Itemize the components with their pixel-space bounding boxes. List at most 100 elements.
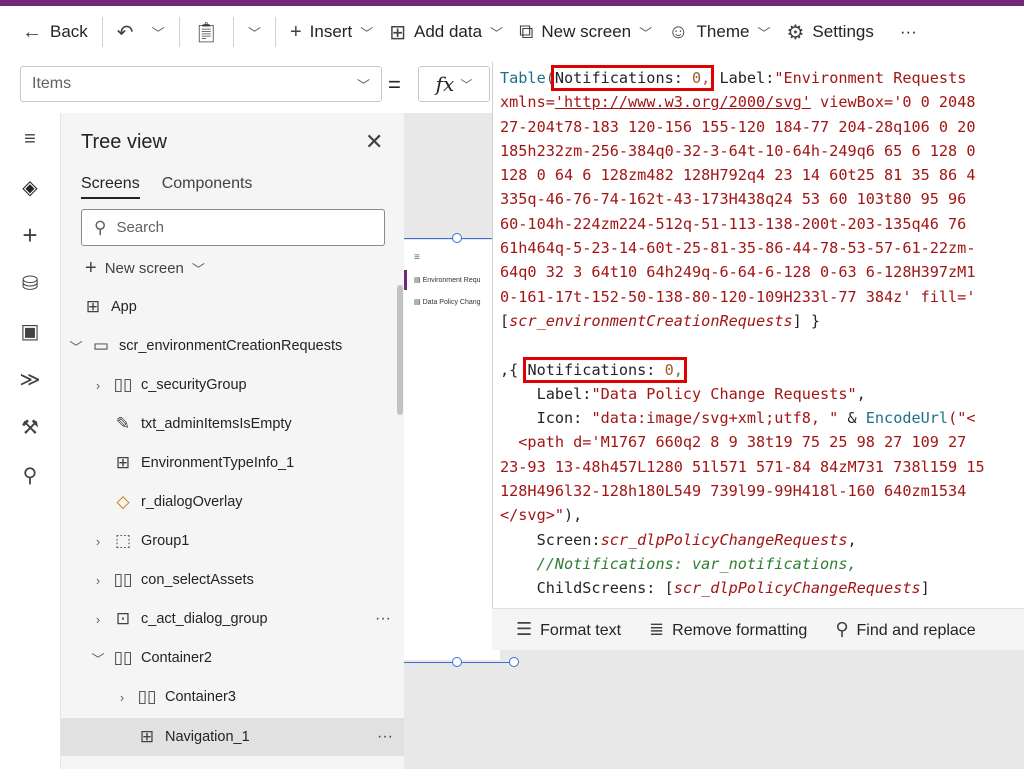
- undo-button[interactable]: ↶ ﹀: [117, 20, 165, 45]
- fx-icon: fx: [435, 72, 455, 96]
- chevron-down-icon[interactable]: ﹀: [69, 337, 83, 356]
- code-token: Table(: [500, 69, 555, 87]
- divider: [101, 17, 103, 47]
- chevron-down-icon[interactable]: ﹀: [91, 649, 105, 668]
- tab-screens[interactable]: Screens: [81, 175, 140, 199]
- chevron-down-icon: ﹀: [460, 77, 473, 92]
- hamburger-icon[interactable]: ≡: [18, 127, 42, 151]
- nav-item-label: Environment Requ: [422, 277, 481, 284]
- container-icon: ▯▯: [113, 648, 133, 667]
- tree-node[interactable]: › ▯▯ c_securityGroup: [91, 366, 391, 404]
- chevron-down-icon: ﹀: [191, 262, 205, 277]
- new-screen-button[interactable]: + New screen ﹀: [85, 257, 205, 280]
- more-button[interactable]: ···: [900, 22, 917, 42]
- tab-components[interactable]: Components: [162, 175, 253, 199]
- component-icon: ⊞: [139, 727, 155, 746]
- divider: [274, 17, 276, 47]
- format-text-button[interactable]: ☰ Format text: [516, 619, 621, 640]
- chevron-down-icon: ﹀: [490, 25, 504, 41]
- power-automate-icon[interactable]: ≫: [18, 367, 42, 391]
- tools-icon[interactable]: ⚒: [18, 415, 42, 439]
- new-screen-button[interactable]: ⧉ New screen ﹀: [519, 21, 652, 44]
- back-button[interactable]: ← Back: [22, 21, 88, 44]
- remove-formatting-button[interactable]: ≣ Remove formatting: [649, 619, 807, 640]
- nav-item: ▤ Data Policy Chang: [414, 298, 481, 306]
- code-line: 185h232zm-256-384q0-32-3-64t-10-64h-249q…: [500, 141, 976, 160]
- policy-icon: ▤: [414, 299, 423, 306]
- find-replace-button[interactable]: ⚲ Find and replace: [835, 619, 975, 640]
- tree-node[interactable]: ⊞ EnvironmentTypeInfo_1: [113, 444, 393, 482]
- tree-scrollbar[interactable]: [397, 285, 403, 415]
- arrow-left-icon: ←: [22, 20, 42, 43]
- more-icon[interactable]: ···: [375, 610, 391, 628]
- tree-node[interactable]: › ▯▯ con_selectAssets: [91, 561, 391, 599]
- more-icon[interactable]: ···: [377, 728, 393, 746]
- node-label: Group1: [141, 533, 190, 549]
- insert-button[interactable]: + Insert ﹀: [290, 21, 373, 44]
- remove-formatting-label: Remove formatting: [672, 622, 808, 639]
- property-dropdown[interactable]: Items ﹀: [20, 66, 382, 102]
- tree-node[interactable]: › ⊡ c_act_dialog_group ···: [91, 600, 403, 638]
- layers-icon[interactable]: ◈: [18, 175, 42, 199]
- table-add-icon: ⊞: [389, 21, 406, 44]
- editor-footer: ☰ Format text ≣ Remove formatting ⚲ Find an…: [492, 608, 1024, 650]
- tree-node[interactable]: ﹀ ▯▯ Container2: [91, 639, 391, 677]
- tree-node-app[interactable]: ⊞ App: [83, 288, 383, 326]
- plus-icon: +: [85, 257, 97, 279]
- tree-node[interactable]: › ⬚ Group1: [91, 522, 391, 560]
- code-token: Icon:: [500, 409, 592, 428]
- container-icon: ▯▯: [137, 687, 157, 706]
- tree-node[interactable]: ✎ txt_adminItemsIsEmpty: [113, 405, 393, 443]
- paste-button[interactable]: 📋︎: [194, 20, 219, 45]
- resize-handle[interactable]: [452, 233, 462, 243]
- tree-node-selected[interactable]: ⊞ Navigation_1 ···: [61, 718, 405, 756]
- resize-handle[interactable]: [509, 657, 519, 667]
- fx-button[interactable]: fx ﹀: [418, 66, 490, 102]
- back-label: Back: [50, 22, 88, 41]
- chevron-right-icon[interactable]: ›: [91, 534, 105, 549]
- chevron-right-icon[interactable]: ›: [115, 690, 129, 705]
- code-line: <path d='M1767 660q2 8 9 38t19 75 25 98 …: [500, 433, 976, 452]
- code-line: 128 0 64 6 128zm482 128H792q4 23 14 60t2…: [500, 166, 976, 185]
- highlight-box: Notifications: 0,: [550, 65, 715, 91]
- code-token: "Data Policy Change Requests": [591, 384, 857, 403]
- tree-node[interactable]: ◇ r_dialogOverlay: [113, 483, 393, 521]
- media-icon[interactable]: ▣: [18, 319, 42, 343]
- plus-icon[interactable]: +: [18, 220, 42, 250]
- chevron-down-icon[interactable]: ﹀: [248, 23, 261, 42]
- tree-node-screen[interactable]: ﹀ ▭ scr_environmentCreationRequests: [69, 327, 389, 365]
- chevron-down-icon: ﹀: [360, 25, 374, 41]
- code-token: ] }: [792, 311, 821, 330]
- close-icon[interactable]: ✕: [365, 129, 383, 155]
- chevron-right-icon[interactable]: ›: [91, 612, 105, 627]
- settings-button[interactable]: ⚙ Settings: [786, 20, 873, 45]
- code-token: 0,: [692, 69, 711, 87]
- search-icon[interactable]: ⚲: [18, 463, 42, 487]
- code-token: viewBox='0 0 2048: [810, 93, 976, 112]
- code-token: ,{: [500, 360, 528, 379]
- chevron-right-icon[interactable]: ›: [91, 378, 105, 393]
- resize-handle[interactable]: [452, 657, 462, 667]
- command-bar: ← Back ↶ ﹀ 📋︎ ﹀ + Insert ﹀ ⊞ Add data ﹀ …: [0, 6, 1024, 58]
- screen-preview: ≡ ▤ Environment Requ ▤ Data Policy Chang: [404, 240, 500, 660]
- chevron-down-icon[interactable]: ﹀: [152, 23, 165, 42]
- node-label: con_selectAssets: [141, 572, 254, 588]
- code-link[interactable]: 'http://www.w3.org/2000/svg': [555, 93, 811, 111]
- property-value: Items: [32, 75, 72, 92]
- component-icon: ⊡: [115, 609, 131, 628]
- formula-editor[interactable]: Table(Notifications: 0, Label:"Environme…: [492, 62, 1024, 608]
- tree-view-panel: Tree view ✕ Screens Components ⚲ Search …: [60, 113, 405, 769]
- tree-view-title: Tree view: [81, 131, 167, 153]
- clipboard-icon: 📋︎: [193, 21, 219, 44]
- code-token: ChildScreens: [: [500, 579, 674, 598]
- chevron-right-icon[interactable]: ›: [91, 573, 105, 588]
- add-data-button[interactable]: ⊞ Add data ﹀: [389, 20, 503, 45]
- database-icon[interactable]: ⛁: [18, 271, 42, 295]
- search-icon: ⚲: [94, 217, 107, 237]
- node-label: scr_environmentCreationRequests: [119, 338, 343, 354]
- theme-button[interactable]: ☺ Theme ﹀: [668, 21, 770, 44]
- tree-node[interactable]: › ▯▯ Container3: [115, 678, 395, 716]
- code-token: ]: [920, 579, 930, 598]
- code-line: 335q-46-76-74-162t-43-173H438q24 53 60 1…: [500, 190, 967, 209]
- search-input[interactable]: ⚲ Search: [81, 209, 385, 246]
